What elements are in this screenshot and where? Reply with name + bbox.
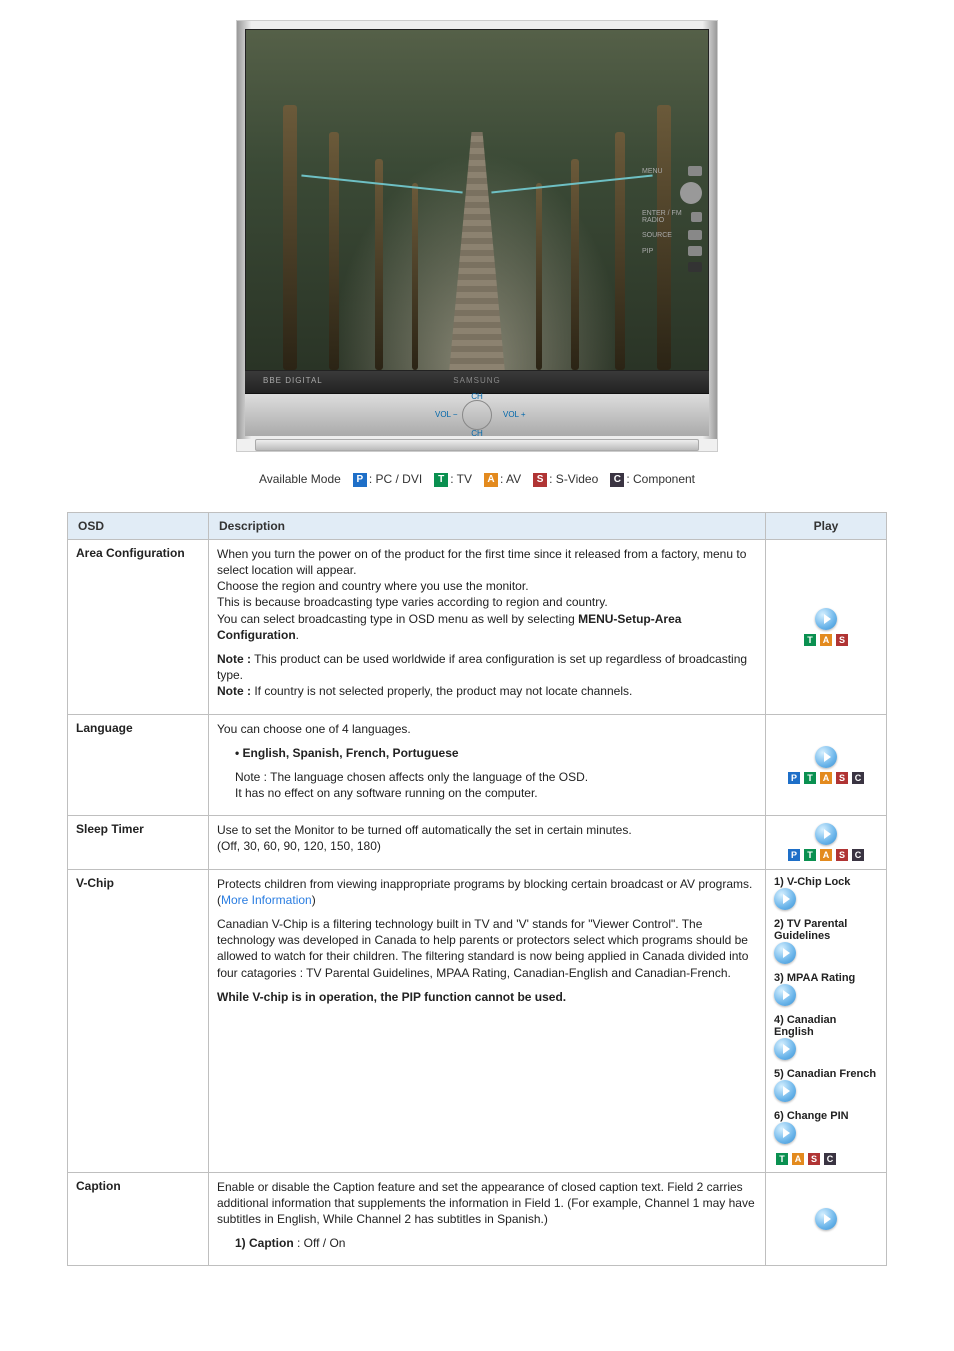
row-caption: Caption Enable or disable the Caption fe…: [68, 1172, 887, 1266]
row-language: Language You can choose one of 4 languag…: [68, 714, 887, 816]
play-icon[interactable]: [774, 888, 796, 910]
play-icon[interactable]: [774, 942, 796, 964]
more-information-link[interactable]: More Information: [221, 893, 312, 907]
play-icon[interactable]: [815, 608, 837, 630]
play-icon[interactable]: [815, 746, 837, 768]
mode-badge-a: A: [484, 473, 498, 487]
col-description: Description: [209, 512, 766, 539]
mode-badge-c: C: [610, 473, 624, 487]
row-area-configuration: Area Configuration When you turn the pow…: [68, 539, 887, 714]
monitor-controls: CH VOL − VOL + CH: [245, 394, 709, 436]
brand-center: SAMSUNG: [245, 376, 709, 385]
osd-caption: Caption: [68, 1172, 209, 1266]
play-icon[interactable]: [774, 1080, 796, 1102]
product-hero: MENU ENTER / FM RADIO SOURCE PIP BBE DIG…: [236, 20, 718, 452]
col-osd: OSD: [68, 512, 209, 539]
osd-area-configuration: Area Configuration: [68, 539, 209, 714]
col-play: Play: [766, 512, 887, 539]
available-mode-legend: Available Mode P: PC / DVI T: TV A: AV S…: [67, 472, 887, 487]
osd-sleep-timer: Sleep Timer: [68, 816, 209, 869]
row-sleep-timer: Sleep Timer Use to set the Monitor to be…: [68, 816, 887, 869]
play-icon[interactable]: [774, 984, 796, 1006]
osd-language: Language: [68, 714, 209, 816]
mode-badge-s: S: [533, 473, 547, 487]
play-icon[interactable]: [815, 1208, 837, 1230]
monitor-side-panel: MENU ENTER / FM RADIO SOURCE PIP: [642, 160, 702, 278]
mode-badge-p: P: [353, 473, 367, 487]
row-v-chip: V-Chip Protects children from viewing in…: [68, 869, 887, 1172]
osd-table: OSD Description Play Area Configuration …: [67, 512, 887, 1267]
play-icon[interactable]: [774, 1038, 796, 1060]
mode-badge-t: T: [434, 473, 448, 487]
osd-v-chip: V-Chip: [68, 869, 209, 1172]
play-icon[interactable]: [815, 823, 837, 845]
monitor-screen: MENU ENTER / FM RADIO SOURCE PIP: [245, 29, 709, 371]
play-icon[interactable]: [774, 1122, 796, 1144]
